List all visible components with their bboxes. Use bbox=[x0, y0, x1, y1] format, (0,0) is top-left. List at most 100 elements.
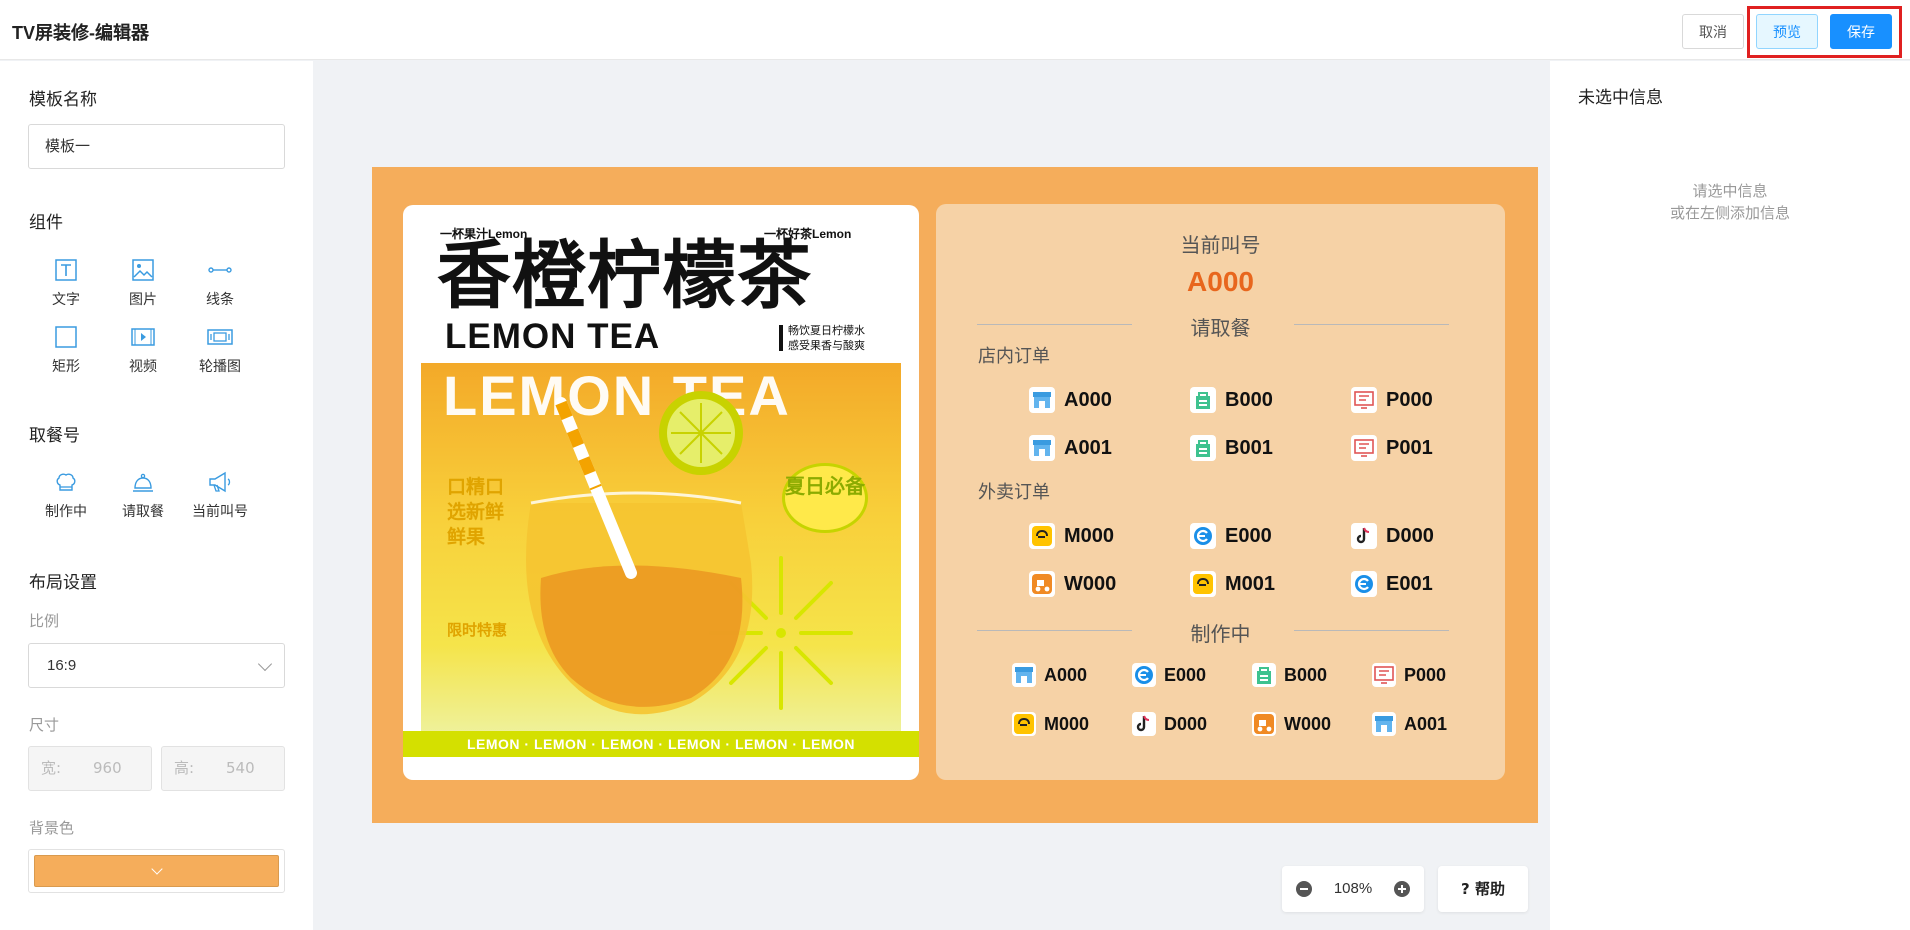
order-number: M001 bbox=[1225, 572, 1276, 595]
top-bar: TV屏装修-编辑器 取消 预览 保存 bbox=[0, 0, 1910, 60]
component-label: 轮播图 bbox=[199, 359, 241, 375]
right-panel: 未选中信息 请选中信息 或在左侧添加信息 bbox=[1550, 61, 1910, 930]
components-title: 组件 bbox=[29, 213, 63, 233]
help-button[interactable]: ? 帮助 bbox=[1438, 866, 1528, 912]
order-number: E001 bbox=[1386, 572, 1433, 595]
poster-badge: 夏日必备 bbox=[782, 463, 868, 533]
bell-icon bbox=[133, 473, 153, 492]
property-hint-line2: 或在左侧添加信息 bbox=[1669, 204, 1790, 222]
order-number-item: W000 bbox=[1252, 710, 1331, 738]
scooter-icon bbox=[1252, 712, 1276, 736]
component-label: 矩形 bbox=[52, 359, 80, 375]
chef-hat-icon bbox=[56, 473, 76, 491]
order-number-item: D000 bbox=[1132, 710, 1207, 738]
height-value: 540 bbox=[226, 759, 255, 777]
component-carousel[interactable]: 轮播图 bbox=[185, 324, 255, 376]
zoom-control: 108% bbox=[1282, 866, 1424, 912]
chevron-down-icon bbox=[151, 863, 163, 875]
megaphone-icon bbox=[209, 471, 231, 493]
poster-note-line2: 感受果香与酸爽 bbox=[788, 339, 865, 352]
order-number: A000 bbox=[1044, 664, 1088, 685]
text-icon bbox=[55, 259, 77, 281]
douyin-icon bbox=[1351, 523, 1377, 549]
pickup-label: 请取餐 bbox=[1190, 316, 1251, 340]
order-number-item: W000 bbox=[1029, 570, 1116, 598]
order-number: B000 bbox=[1284, 664, 1328, 685]
preview-button[interactable]: 预览 bbox=[1756, 14, 1818, 49]
delivery-label: 外卖订单 bbox=[978, 482, 1050, 503]
component-label: 线条 bbox=[206, 292, 234, 308]
component-text[interactable]: 文字 bbox=[31, 257, 101, 309]
making-label: 制作中 bbox=[1190, 622, 1251, 646]
poster-image[interactable]: 一杯果汁Lemon 一杯好茶Lemon 香橙柠檬茶 LEMON TEA 畅饮夏日… bbox=[403, 205, 919, 780]
component-making[interactable]: 制作中 bbox=[31, 469, 101, 521]
template-name-title: 模板名称 bbox=[29, 90, 97, 110]
bag-icon bbox=[1190, 387, 1216, 413]
save-button[interactable]: 保存 bbox=[1830, 14, 1892, 49]
rectangle-icon bbox=[55, 326, 77, 348]
layout-title: 布局设置 bbox=[29, 573, 97, 593]
ratio-select[interactable]: 16:9 bbox=[28, 643, 285, 688]
width-input[interactable]: 宽: 960 bbox=[28, 746, 152, 791]
component-current-call[interactable]: 当前叫号 bbox=[185, 469, 255, 521]
order-number: E000 bbox=[1225, 524, 1272, 547]
order-board[interactable]: 当前叫号 A000 请取餐 店内订单 A000 B000 P000 A001 B001 P… bbox=[936, 204, 1505, 780]
component-pickup[interactable]: 请取餐 bbox=[108, 469, 178, 521]
order-number-item: D000 bbox=[1351, 522, 1434, 550]
component-video[interactable]: 视频 bbox=[108, 324, 178, 376]
poster-strip: LEMON · LEMON · LEMON · LEMON · LEMON · … bbox=[403, 731, 919, 757]
order-number: A001 bbox=[1404, 713, 1448, 734]
bag-icon bbox=[1252, 663, 1276, 687]
chevron-down-icon bbox=[257, 656, 273, 672]
screen-icon bbox=[1351, 435, 1377, 461]
component-label: 图片 bbox=[129, 292, 157, 308]
component-label: 文字 bbox=[52, 292, 80, 308]
component-label: 请取餐 bbox=[122, 504, 164, 520]
component-label: 制作中 bbox=[45, 504, 87, 520]
order-number: B000 bbox=[1225, 388, 1273, 411]
poster-note: 畅饮夏日柠檬水 感受果香与酸爽 bbox=[788, 323, 865, 353]
order-number-item: E000 bbox=[1190, 522, 1272, 550]
component-rectangle[interactable]: 矩形 bbox=[31, 324, 101, 376]
order-number-item: B001 bbox=[1190, 434, 1273, 462]
dine-in-label: 店内订单 bbox=[978, 346, 1050, 367]
screen-icon bbox=[1351, 387, 1377, 413]
bg-color-label: 背景色 bbox=[29, 819, 75, 837]
order-number: P000 bbox=[1386, 388, 1433, 411]
order-number-item: A000 bbox=[1012, 661, 1087, 689]
poster-note-line1: 畅饮夏日柠檬水 bbox=[788, 324, 865, 337]
carousel-icon bbox=[207, 329, 233, 345]
left-panel: 模板名称 模板一 组件 文字 图片 线条 矩形 视频 轮播图 取餐号 制作中 请… bbox=[0, 61, 313, 930]
meituan-icon bbox=[1012, 712, 1036, 736]
cancel-button[interactable]: 取消 bbox=[1682, 14, 1744, 49]
order-number: D000 bbox=[1164, 713, 1208, 734]
order-number-item: M000 bbox=[1012, 710, 1089, 738]
order-number-item: M000 bbox=[1029, 522, 1114, 550]
app-title: TV屏装修-编辑器 bbox=[12, 23, 149, 43]
pickup-title: 取餐号 bbox=[29, 426, 80, 446]
bg-color-picker[interactable] bbox=[28, 849, 285, 893]
scooter-icon bbox=[1029, 571, 1055, 597]
meituan-icon bbox=[1029, 523, 1055, 549]
component-image[interactable]: 图片 bbox=[108, 257, 178, 309]
order-number-item: P000 bbox=[1372, 661, 1446, 689]
order-number: A001 bbox=[1064, 436, 1112, 459]
current-call-label: 当前叫号 bbox=[1180, 233, 1261, 257]
size-label: 尺寸 bbox=[29, 716, 60, 734]
store-icon bbox=[1012, 663, 1036, 687]
screen-canvas[interactable]: 一杯果汁Lemon 一杯好茶Lemon 香橙柠檬茶 LEMON TEA 畅饮夏日… bbox=[372, 167, 1538, 823]
douyin-icon bbox=[1132, 712, 1156, 736]
component-line[interactable]: 线条 bbox=[185, 257, 255, 309]
zoom-in-button[interactable] bbox=[1394, 881, 1410, 897]
ratio-label: 比例 bbox=[29, 612, 60, 630]
eleme-icon bbox=[1190, 523, 1216, 549]
template-name-input[interactable]: 模板一 bbox=[28, 124, 285, 169]
poster-subtitle: LEMON TEA bbox=[445, 317, 661, 356]
zoom-out-button[interactable] bbox=[1296, 881, 1312, 897]
current-call-number: A000 bbox=[1187, 266, 1254, 297]
property-hint-line1: 请选中信息 bbox=[1692, 182, 1768, 200]
order-number: A000 bbox=[1064, 388, 1112, 411]
order-number: M000 bbox=[1044, 713, 1090, 734]
height-input[interactable]: 高: 540 bbox=[161, 746, 285, 791]
store-icon bbox=[1029, 387, 1055, 413]
